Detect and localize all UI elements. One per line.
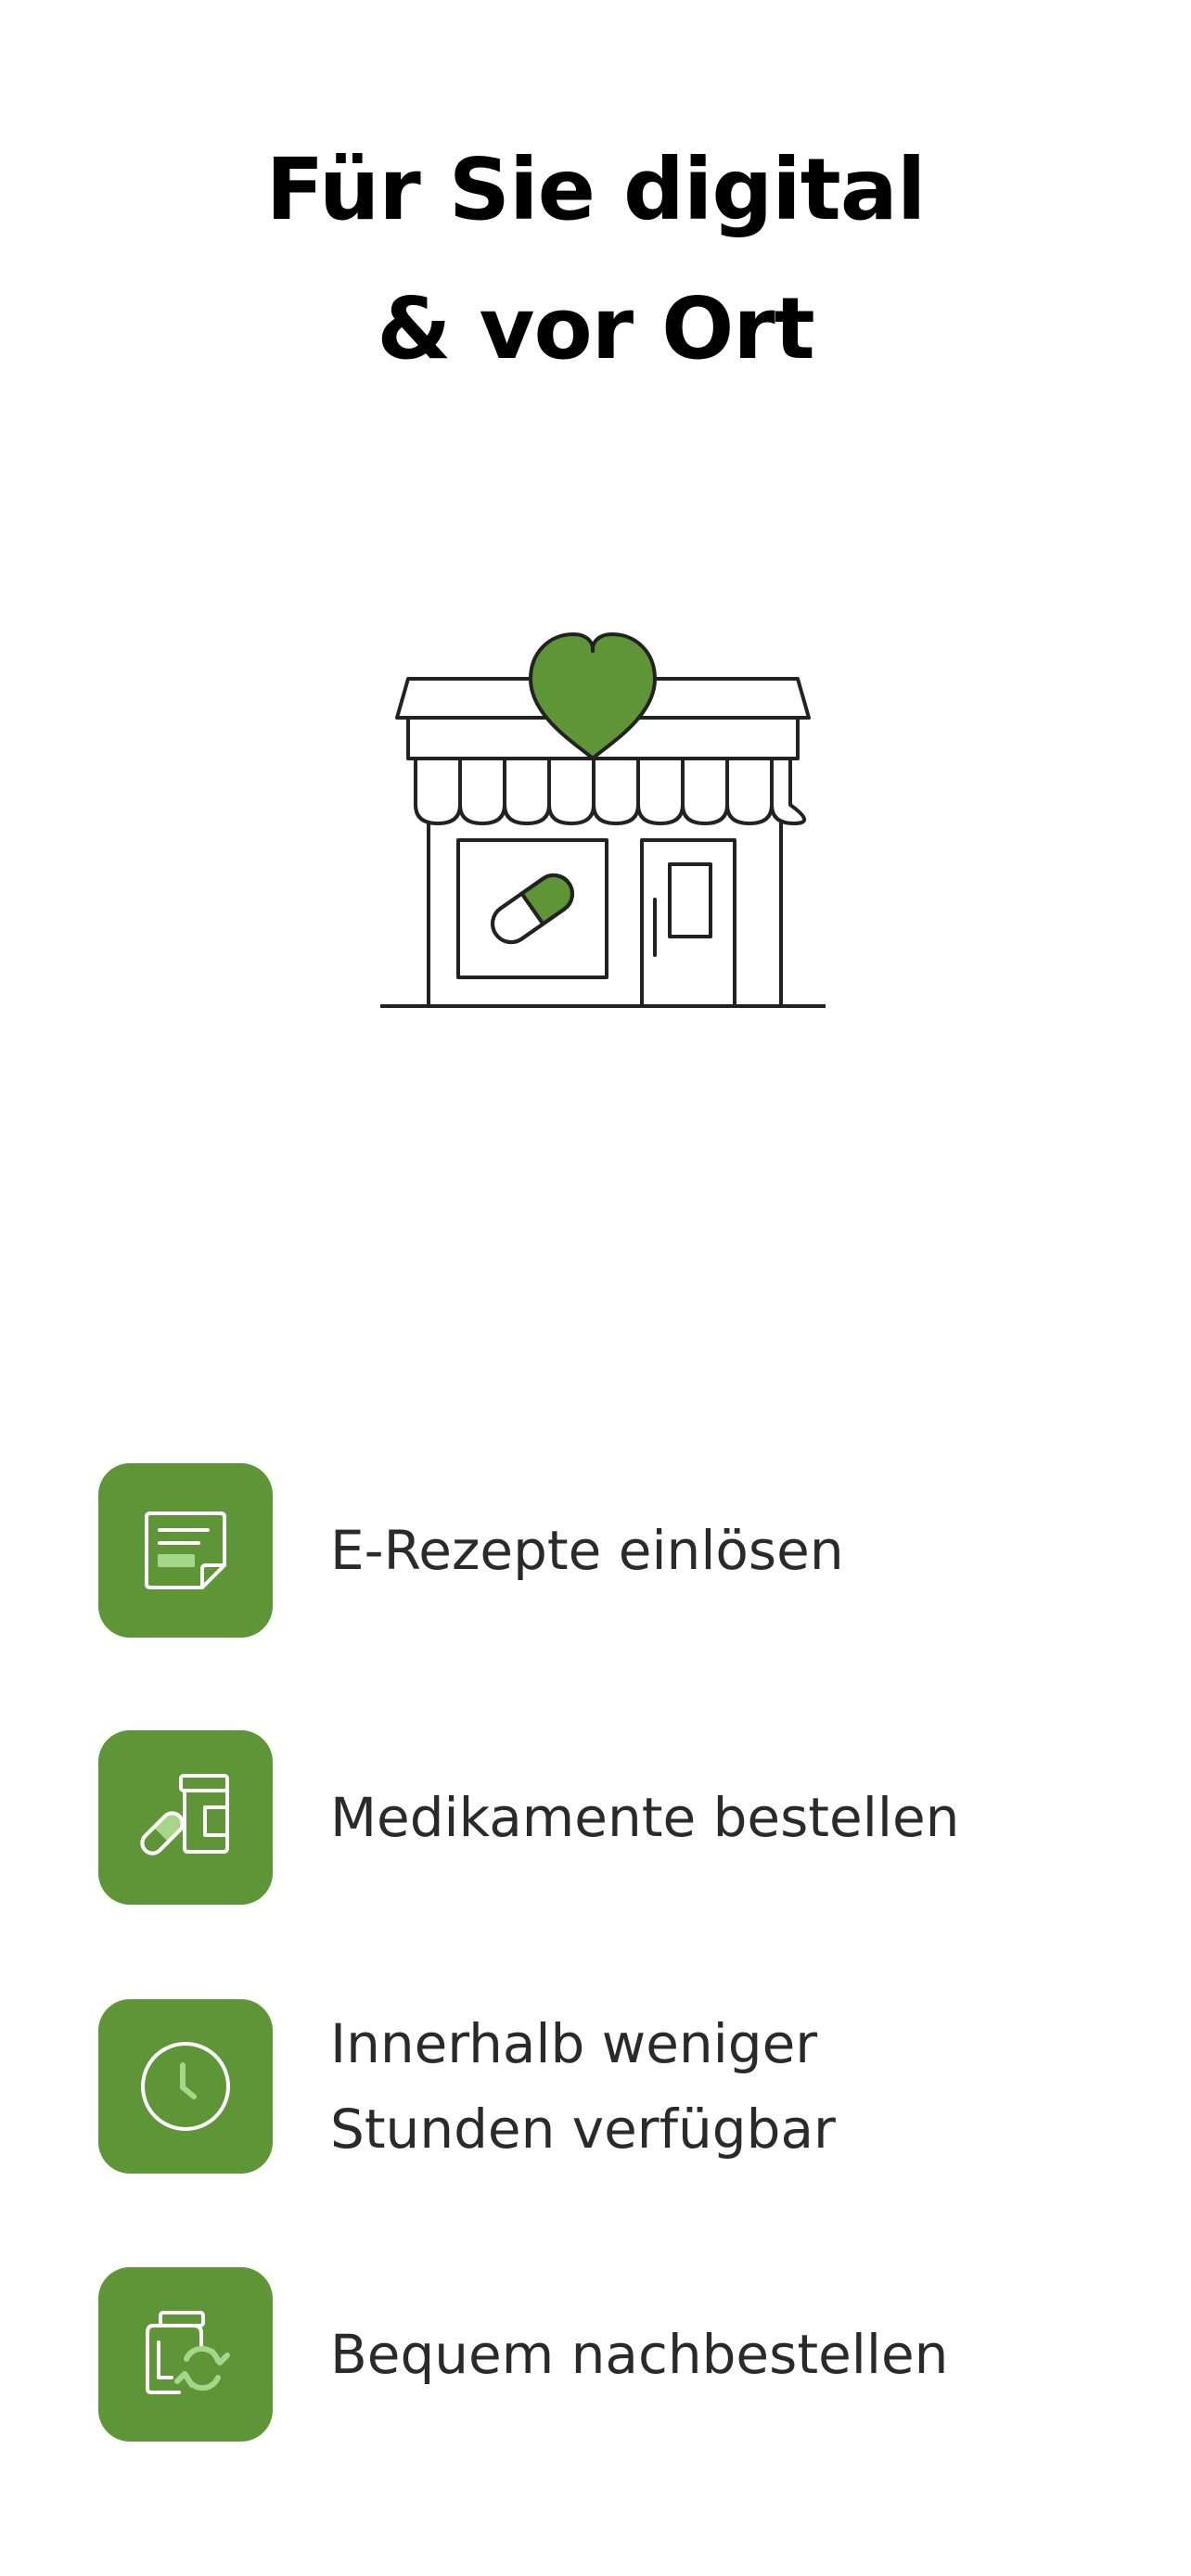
feature-label: Medikamente bestellen <box>330 1730 959 1905</box>
e-prescription-icon <box>98 1463 273 1638</box>
feature-label-line-1: Bequem nachbestellen <box>330 2323 949 2386</box>
feature-medication-order: Medikamente bestellen <box>98 1730 1119 1905</box>
feature-label: Bequem nachbestellen <box>330 2267 948 2442</box>
feature-label: Innerhalb weniger Stunden verfügbar <box>330 1999 836 2174</box>
pharmacy-storefront-heart-icon <box>378 621 827 1020</box>
feature-label-line-1: E-Rezepte einlösen <box>330 1519 844 1582</box>
feature-e-prescription: E-Rezepte einlösen <box>98 1463 1119 1638</box>
page-title-line-2: & vor Ort <box>377 279 814 378</box>
reorder-icon <box>98 2267 273 2442</box>
feature-label-line-1: Medikamente bestellen <box>330 1786 960 1849</box>
feature-availability: Innerhalb weniger Stunden verfügbar <box>98 1999 1119 2174</box>
clock-icon <box>98 1999 273 2174</box>
page-title: Für Sie digital & vor Ort <box>0 121 1191 399</box>
page-title-line-1: Für Sie digital <box>265 140 927 239</box>
feature-label: E-Rezepte einlösen <box>330 1463 844 1638</box>
feature-label-line-2: Stunden verfügbar <box>330 2098 836 2161</box>
feature-label-line-1: Innerhalb weniger <box>330 2012 818 2075</box>
medication-order-icon <box>98 1730 273 1905</box>
feature-reorder: Bequem nachbestellen <box>98 2267 1119 2442</box>
